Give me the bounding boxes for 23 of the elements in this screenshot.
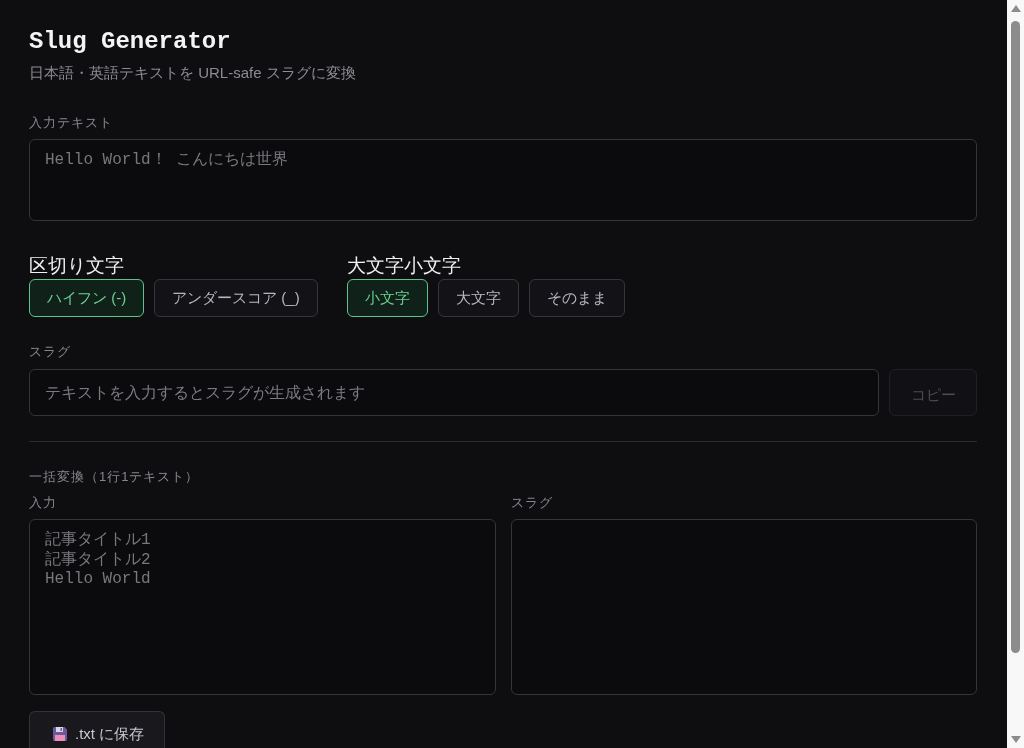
scrollbar[interactable] xyxy=(1007,0,1024,748)
app-title: Slug Generator xyxy=(29,28,231,56)
option-button[interactable]: アンダースコア (_) xyxy=(154,279,318,317)
field-label: スラグ xyxy=(29,343,71,361)
section-heading: 一括変換（1行1テキスト） xyxy=(29,468,200,486)
slug-output-field[interactable]: テキストを入力するとスラグが生成されます xyxy=(29,369,879,416)
save-button[interactable]: .txt に保存 xyxy=(29,711,166,748)
text-input-field[interactable]: Hello World！ こんにちは世界 xyxy=(29,139,977,221)
group-heading: 区切り文字 xyxy=(29,255,124,277)
field-label: スラグ xyxy=(510,494,553,512)
field-label: 入力 xyxy=(29,494,57,512)
scrollbar-thumb[interactable] xyxy=(1011,21,1020,653)
option-button[interactable]: そのまま xyxy=(528,279,625,317)
down-arrow-icon[interactable] xyxy=(1010,736,1021,743)
bulk-output-field[interactable] xyxy=(510,519,977,695)
option-button[interactable]: 大文字 xyxy=(437,279,519,317)
group-heading: 大文字小文字 xyxy=(346,255,461,277)
option-button[interactable]: ハイフン (-) xyxy=(29,279,145,317)
field-label: 入力テキスト xyxy=(29,114,113,132)
up-arrow-icon[interactable] xyxy=(1010,5,1021,12)
option-button[interactable]: 小文字 xyxy=(346,279,428,317)
app-subtitle: 日本語・英語テキストを URL-safe スラグに変換 xyxy=(29,63,356,83)
bulk-input-field[interactable]: 記事タイトル1 記事タイトル2 Hello World xyxy=(29,519,496,695)
